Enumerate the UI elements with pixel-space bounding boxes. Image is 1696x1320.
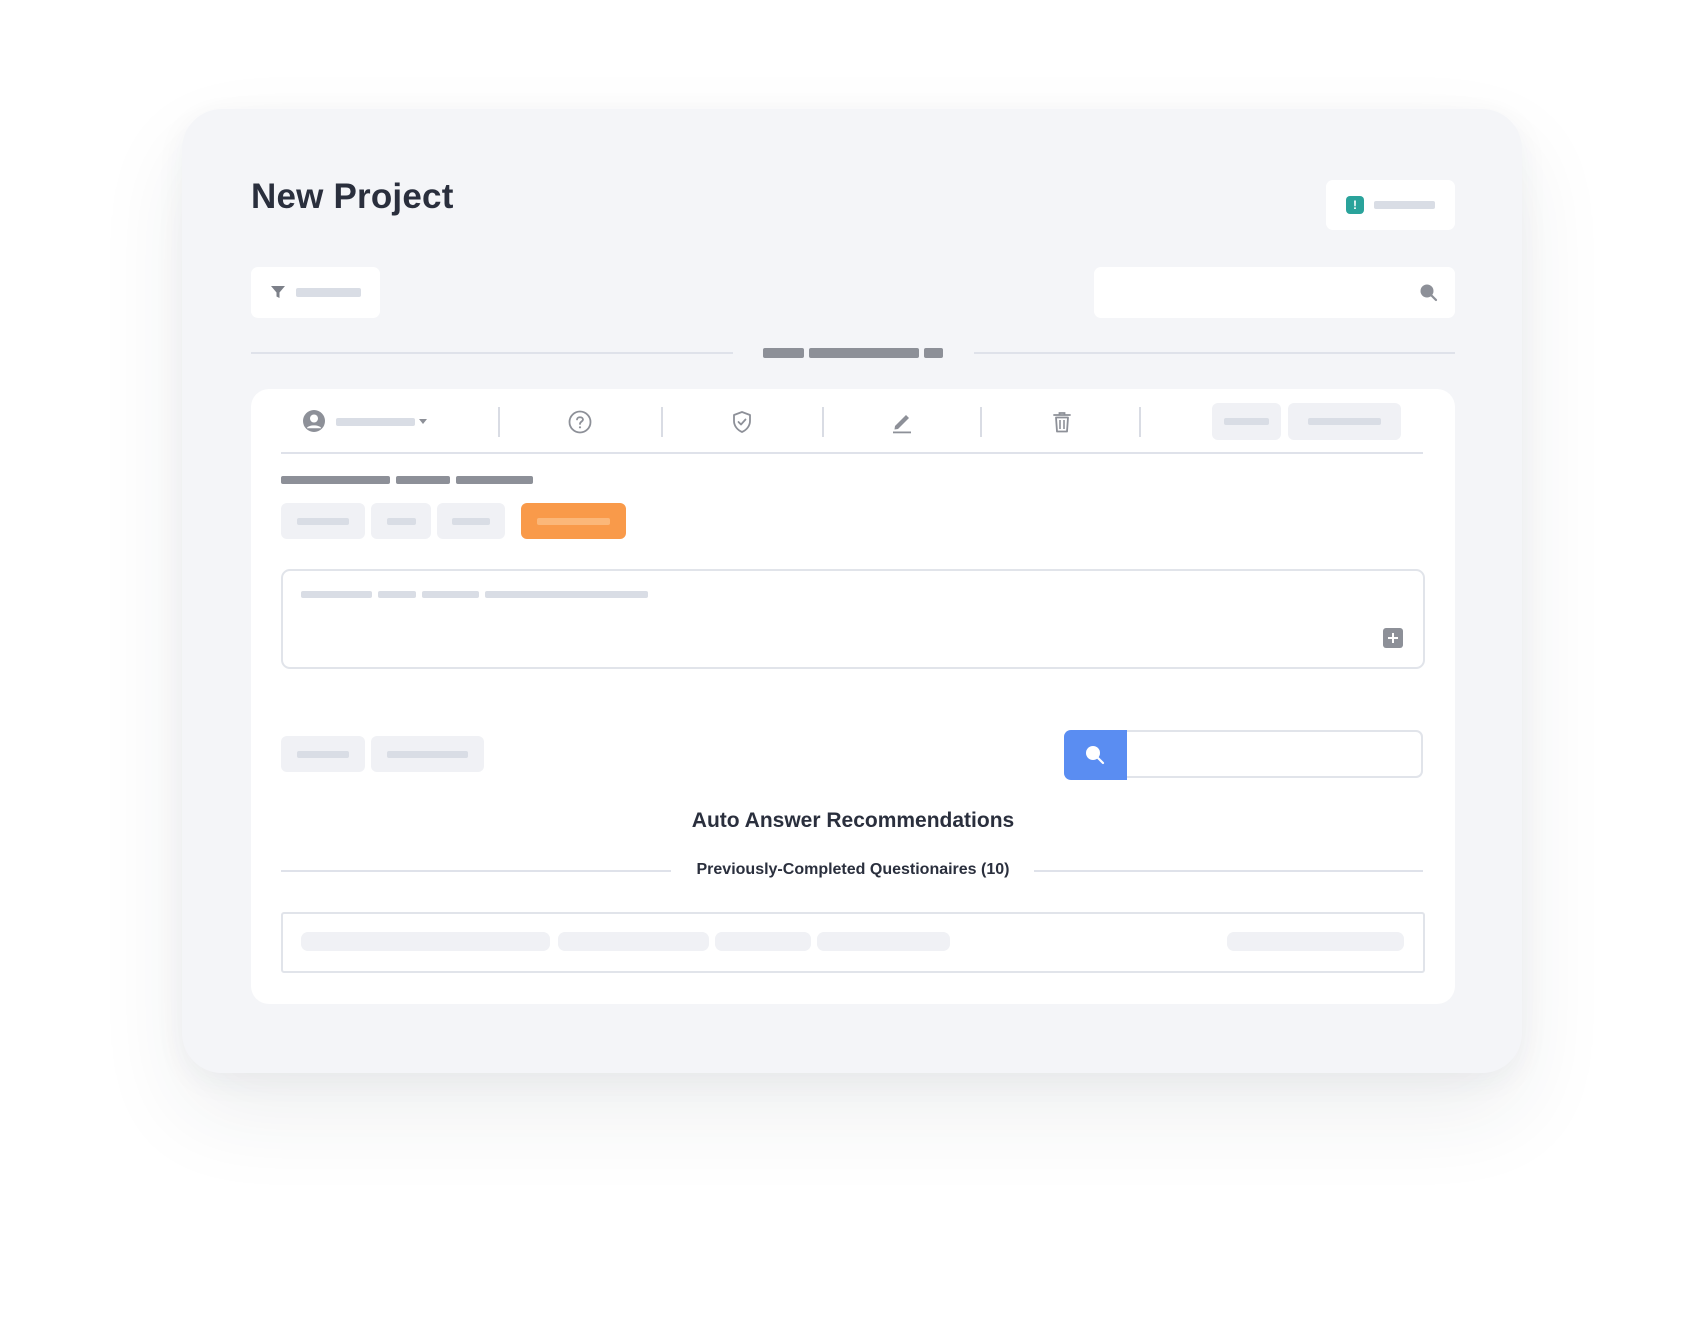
question-title-part [456,476,533,484]
answer-search-field[interactable] [1064,730,1423,780]
filter-label [296,288,361,297]
user-icon[interactable] [302,409,326,433]
tag-pill[interactable] [437,503,505,539]
section-divider-right [974,352,1455,354]
filter-pill[interactable] [371,736,484,772]
row-cell [715,932,811,951]
filter-pill[interactable] [281,736,365,772]
search-icon [1083,743,1107,767]
trash-icon[interactable] [1049,409,1075,435]
section-divider-left [251,352,733,354]
question-title-part [396,476,450,484]
row-cell [817,932,950,951]
row-cell [1227,932,1404,951]
page-title: New Project [251,177,454,216]
toolbar-divider [822,407,824,437]
question-title-part [281,476,390,484]
answer-text-line [485,591,648,598]
shield-check-icon[interactable] [729,409,755,435]
recommendations-section-label: Previously-Completed Questionaires (10) [696,861,1010,878]
active-tag-pill[interactable] [521,503,626,539]
alert-icon: ! [1346,196,1364,214]
help-icon[interactable] [567,409,593,435]
recommendations-divider-right [1034,870,1423,872]
row-cell [558,932,709,951]
toolbar-divider [498,407,500,437]
section-label-part [809,348,919,358]
edit-icon[interactable] [889,409,915,435]
search-field[interactable] [1094,267,1455,318]
toolbar-divider [661,407,663,437]
toolbar-divider [1139,407,1141,437]
questionnaire-row[interactable] [281,912,1425,973]
chevron-down-icon[interactable] [418,416,428,426]
toolbar-divider [980,407,982,437]
status-chip-label [1374,201,1435,209]
answer-text-line [301,591,372,598]
toolbar-underline [281,452,1423,454]
answer-text-line [378,591,416,598]
recommendations-heading: Auto Answer Recommendations [691,809,1015,832]
recommendations-divider-left [281,870,671,872]
section-label-part [924,348,943,358]
search-icon [1418,282,1440,304]
row-cell [301,932,550,951]
tag-pill[interactable] [281,503,365,539]
filter-button[interactable] [251,267,380,318]
assignee-label[interactable] [336,418,415,426]
answer-editor[interactable] [281,569,1425,669]
status-chip[interactable]: ! [1326,180,1455,230]
toolbar-action-button[interactable] [1288,403,1401,440]
tag-pill[interactable] [371,503,431,539]
answer-search-button[interactable] [1064,730,1127,780]
question-panel: Auto Answer Recommendations Previously-C… [251,389,1455,1004]
toolbar-action-button[interactable] [1212,403,1281,440]
section-label-part [763,348,804,358]
plus-icon[interactable] [1383,628,1403,648]
project-card: New Project ! Auto Answer Recommendation… [182,109,1522,1073]
answer-text-line [422,591,479,598]
filter-icon [269,283,287,301]
